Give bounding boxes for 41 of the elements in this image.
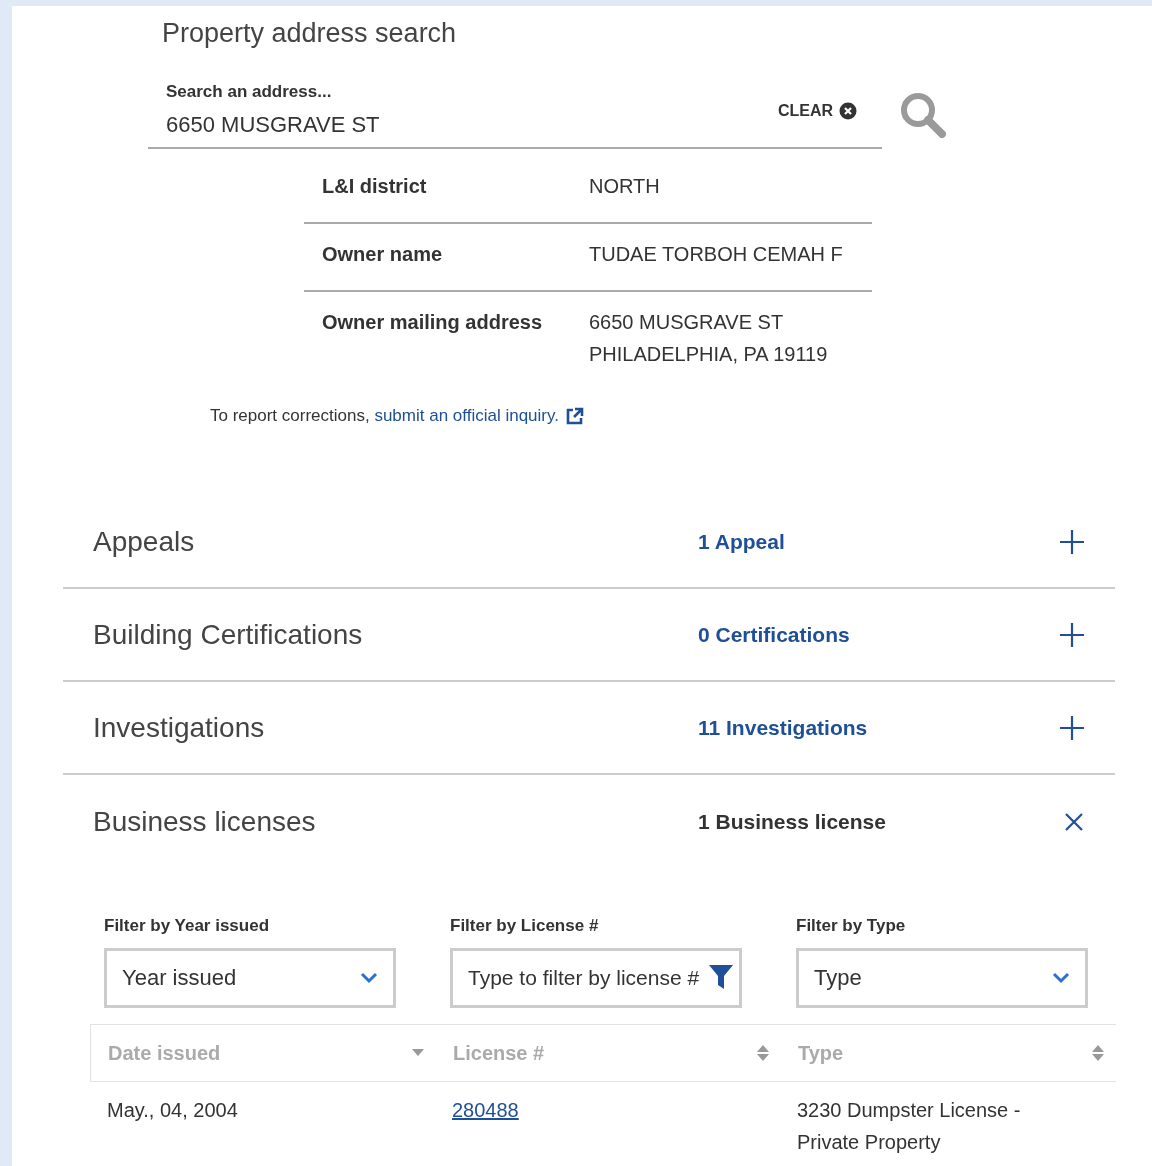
field-value: 6650 MUSGRAVE ST [166,112,380,138]
section-count: 11 Investigations [698,715,869,740]
section-title: Building Certifications [93,618,364,651]
close-icon[interactable] [1063,810,1085,833]
filter-label: Filter by Type [796,916,907,936]
filter-label: Filter by License # [450,916,600,936]
filter-label: Filter by Year issued [104,916,271,936]
inquiry-link[interactable]: submit an official inquiry. [374,406,559,425]
detail-label: L&I district [322,174,428,199]
filter-dropdown[interactable]: Type [796,948,1088,1008]
detail-value: 6650 MUSGRAVE ST [589,310,785,335]
table-cell-text: 3230 Dumpster License - Private Property [796,1098,1022,1155]
detail-label: Owner name [322,242,444,267]
plus-icon[interactable] [1059,528,1085,555]
section-count: 1 Appeal [698,529,786,554]
chevron-down-icon [1052,972,1070,984]
close-icon [839,102,858,120]
search-field[interactable]: Search an address... 6650 MUSGRAVE ST CLEAR [148,76,882,149]
plus-icon[interactable] [1059,714,1085,741]
page-title: Property address search [162,18,457,49]
detail-value: PHILADELPHIA, PA 19119 [589,342,829,367]
section-count: 1 Business license [698,809,887,834]
filter-input[interactable]: Type to filter by license # [450,948,742,1008]
section-title: Appeals [93,525,196,558]
detail-label: Owner mailing address [322,310,544,335]
license-link[interactable]: 280488 [452,1099,519,1121]
detail-value: NORTH [589,174,661,199]
field-label: Search an address... [166,82,332,102]
filter-dropdown[interactable]: Year issued [104,948,396,1008]
filter-icon [708,963,734,991]
table-cell-text: May., 04, 2004 [106,1098,239,1123]
external-link-icon[interactable] [565,406,584,426]
detail-value: TUDAE TORBOH CEMAH F [589,242,844,267]
chevron-down-icon [360,972,378,984]
section-title: Investigations [93,711,266,744]
clear-button[interactable]: CLEAR [778,102,858,120]
section-title: Business licenses [93,805,317,838]
report-text: To report corrections, submit an official inquiry. [210,406,559,426]
plus-icon[interactable] [1059,621,1085,648]
search-icon[interactable] [900,92,946,138]
section-count: 0 Certifications [698,622,851,647]
